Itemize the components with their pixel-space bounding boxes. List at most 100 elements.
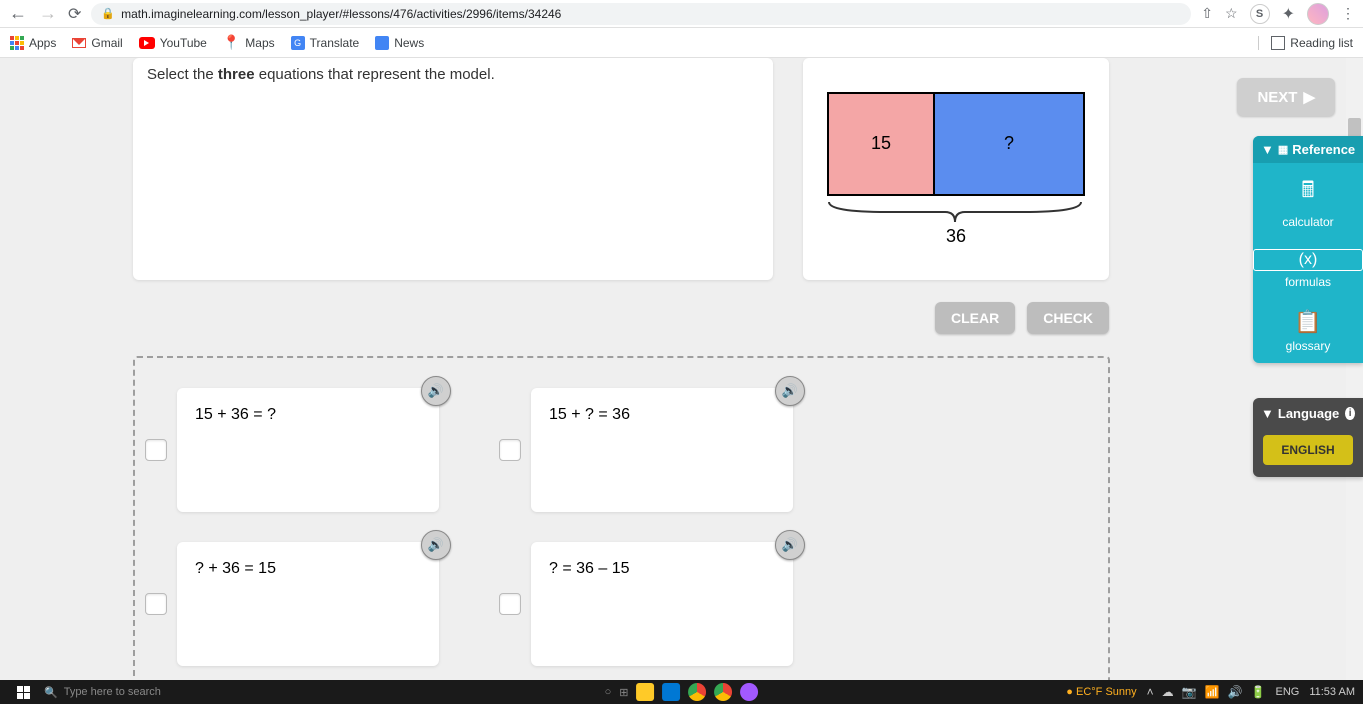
maps-bookmark[interactable]: 📍 Maps bbox=[223, 34, 275, 51]
speaker-icon[interactable]: 🔊 bbox=[775, 530, 805, 560]
speaker-icon[interactable]: 🔊 bbox=[775, 376, 805, 406]
book-icon: ▦ bbox=[1278, 143, 1288, 156]
lock-icon: 🔒 bbox=[101, 7, 115, 20]
wifi-icon[interactable]: 📶 bbox=[1205, 685, 1220, 699]
clock[interactable]: 11:53 AM bbox=[1309, 686, 1355, 698]
chrome-canary-icon[interactable] bbox=[714, 683, 732, 701]
option-text: 15 + 36 = ? bbox=[195, 406, 276, 423]
back-button[interactable]: ← bbox=[8, 3, 28, 24]
language-panel: ▼ Language i ENGLISH bbox=[1253, 398, 1363, 477]
volume-icon[interactable]: 🔊 bbox=[1228, 685, 1243, 699]
question-text: Select the three equations that represen… bbox=[147, 66, 759, 83]
bar-total-label: 36 bbox=[827, 226, 1085, 247]
chevron-down-icon: ▼ bbox=[1261, 142, 1274, 157]
tray-chevron-icon[interactable]: ˄ bbox=[1147, 685, 1154, 699]
chrome-icon[interactable] bbox=[688, 683, 706, 701]
translate-bookmark[interactable]: G Translate bbox=[291, 36, 360, 50]
option-checkbox-4[interactable] bbox=[499, 593, 521, 615]
formulas-tool[interactable]: (x) formulas bbox=[1253, 239, 1363, 299]
bar-segment-right: ? bbox=[935, 94, 1083, 194]
battery-icon[interactable]: 🔋 bbox=[1251, 685, 1266, 699]
option-text: ? = 36 – 15 bbox=[549, 560, 630, 577]
calculator-icon: 🖩 bbox=[1253, 173, 1363, 211]
taskbar-pinned-apps: ○ ⊞ bbox=[605, 683, 759, 701]
windows-logo-icon bbox=[17, 686, 30, 699]
glossary-tool[interactable]: 📋 glossary bbox=[1253, 299, 1363, 363]
news-bookmark[interactable]: News bbox=[375, 36, 424, 50]
forward-button[interactable]: → bbox=[38, 3, 58, 24]
apps-grid-icon bbox=[10, 36, 24, 50]
gmail-bookmark[interactable]: Gmail bbox=[72, 36, 122, 50]
profile-avatar[interactable] bbox=[1307, 3, 1329, 25]
reading-list-icon bbox=[1271, 36, 1285, 50]
speaker-icon[interactable]: 🔊 bbox=[421, 376, 451, 406]
play-icon: ▶ bbox=[1303, 88, 1315, 106]
language-panel-header[interactable]: ▼ Language i bbox=[1253, 398, 1363, 429]
clear-button[interactable]: CLEAR bbox=[935, 302, 1015, 334]
bookmark-star-icon[interactable]: ☆ bbox=[1225, 5, 1238, 22]
profile-badge[interactable]: S bbox=[1250, 4, 1270, 24]
bookmarks-bar: Apps Gmail YouTube 📍 Maps G Translate Ne… bbox=[0, 28, 1363, 58]
option-checkbox-2[interactable] bbox=[499, 439, 521, 461]
option-item: ? = 36 – 15 🔊 bbox=[499, 542, 793, 666]
check-button[interactable]: CHECK bbox=[1027, 302, 1109, 334]
cortana-icon[interactable]: ○ bbox=[605, 686, 612, 698]
onedrive-icon[interactable]: ☁ bbox=[1162, 685, 1174, 699]
option-item: ? + 36 = 15 🔊 bbox=[145, 542, 439, 666]
chevron-down-icon: ▼ bbox=[1261, 406, 1274, 421]
start-button[interactable] bbox=[8, 680, 38, 704]
address-bar[interactable]: 🔒 math.imaginelearning.com/lesson_player… bbox=[91, 3, 1191, 25]
weather-widget[interactable]: ● EC°F Sunny bbox=[1066, 686, 1136, 698]
apps-shortcut[interactable]: Apps bbox=[10, 36, 56, 50]
option-checkbox-1[interactable] bbox=[145, 439, 167, 461]
calculator-tool[interactable]: 🖩 calculator bbox=[1253, 163, 1363, 239]
url-text: math.imaginelearning.com/lesson_player/#… bbox=[121, 7, 561, 21]
option-card[interactable]: ? + 36 = 15 🔊 bbox=[177, 542, 439, 666]
meet-now-icon[interactable]: 📷 bbox=[1182, 685, 1197, 699]
options-container: 15 + 36 = ? 🔊 15 + ? = 36 🔊 ? + 36 = 15 bbox=[133, 356, 1110, 680]
share-icon[interactable]: ⇧ bbox=[1201, 5, 1213, 22]
youtube-bookmark[interactable]: YouTube bbox=[139, 36, 207, 50]
news-icon bbox=[375, 36, 389, 50]
bar-segment-left: 15 bbox=[829, 94, 935, 194]
reference-panel-header[interactable]: ▼ ▦ Reference bbox=[1253, 136, 1363, 163]
extensions-icon[interactable]: ✦ bbox=[1282, 4, 1295, 24]
menu-dots-icon[interactable]: ⋮ bbox=[1341, 5, 1355, 22]
reading-list-button[interactable]: Reading list bbox=[1258, 36, 1353, 50]
option-text: ? + 36 = 15 bbox=[195, 560, 276, 577]
glossary-icon: 📋 bbox=[1253, 309, 1363, 335]
system-tray: ● EC°F Sunny ˄ ☁ 📷 📶 🔊 🔋 ENG 11:53 AM bbox=[1066, 685, 1355, 699]
option-item: 15 + 36 = ? 🔊 bbox=[145, 388, 439, 512]
gmail-icon bbox=[72, 38, 86, 48]
file-explorer-icon[interactable] bbox=[636, 683, 654, 701]
option-card[interactable]: ? = 36 – 15 🔊 bbox=[531, 542, 793, 666]
model-panel: 15 ? 36 bbox=[803, 58, 1109, 280]
youtube-icon bbox=[139, 37, 155, 49]
windows-taskbar: 🔍 Type here to search ○ ⊞ ● EC°F Sunny ˄… bbox=[0, 680, 1363, 704]
search-icon: 🔍 bbox=[44, 686, 58, 699]
option-card[interactable]: 15 + ? = 36 🔊 bbox=[531, 388, 793, 512]
toolbar-icons: ⇧ ☆ S ✦ ⋮ bbox=[1201, 3, 1355, 25]
taskbar-search[interactable]: 🔍 Type here to search bbox=[44, 686, 161, 699]
store-icon[interactable] bbox=[662, 683, 680, 701]
bar-model: 15 ? 36 bbox=[827, 92, 1085, 247]
formulas-icon: (x) bbox=[1253, 249, 1363, 271]
option-card[interactable]: 15 + 36 = ? 🔊 bbox=[177, 388, 439, 512]
language-indicator[interactable]: ENG bbox=[1275, 686, 1299, 698]
info-icon[interactable]: i bbox=[1345, 407, 1355, 420]
reload-button[interactable]: ⟳ bbox=[68, 4, 81, 24]
option-item: 15 + ? = 36 🔊 bbox=[499, 388, 793, 512]
maps-pin-icon: 📍 bbox=[223, 34, 240, 51]
reference-panel: ▼ ▦ Reference 🖩 calculator (x) formulas … bbox=[1253, 136, 1363, 363]
option-checkbox-3[interactable] bbox=[145, 593, 167, 615]
speaker-icon[interactable]: 🔊 bbox=[421, 530, 451, 560]
action-buttons-row: CLEAR CHECK bbox=[0, 280, 1363, 334]
browser-navigation-bar: ← → ⟳ 🔒 math.imaginelearning.com/lesson_… bbox=[0, 0, 1363, 28]
brace-icon bbox=[827, 200, 1083, 224]
language-english-button[interactable]: ENGLISH bbox=[1263, 435, 1353, 465]
messenger-icon[interactable] bbox=[740, 683, 758, 701]
next-button[interactable]: NEXT ▶ bbox=[1237, 78, 1335, 116]
page-content: Select the three equations that represen… bbox=[0, 58, 1363, 680]
translate-icon: G bbox=[291, 36, 305, 50]
task-view-icon[interactable]: ⊞ bbox=[619, 686, 628, 699]
